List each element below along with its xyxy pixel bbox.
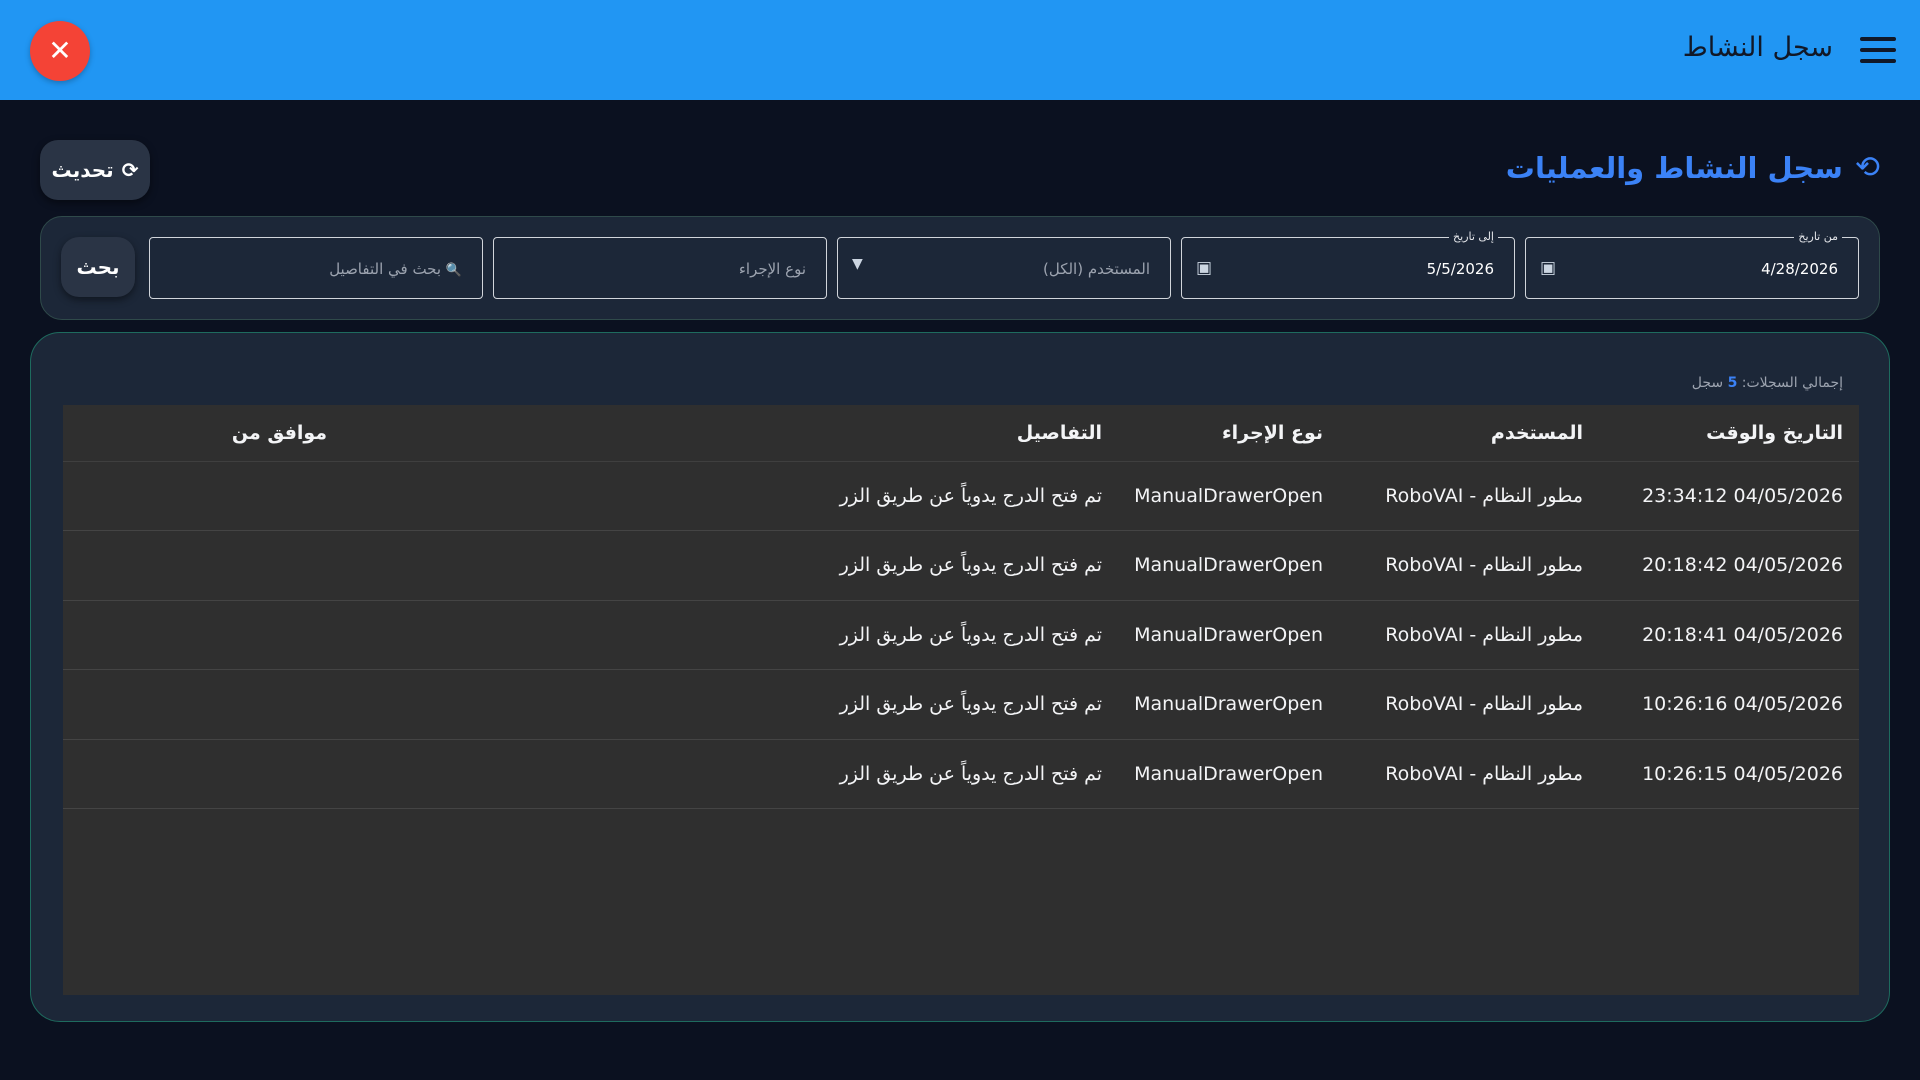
cell-action: ManualDrawerOpen (1118, 739, 1339, 809)
from-date-field[interactable]: من تاريخ 4/28/2026 ▣ (1525, 230, 1859, 299)
cell-user: مطور النظام - RoboVAI (1339, 530, 1599, 601)
column-header-datetime[interactable]: التاريخ والوقت (1599, 405, 1859, 462)
close-button[interactable]: ✕ (30, 21, 90, 81)
results-panel: إجمالي السجلات: 5 سجل التاريخ والوقت الم… (30, 332, 1890, 1022)
column-header-details[interactable]: التفاصيل (343, 405, 1119, 462)
to-date-field[interactable]: إلى تاريخ 5/5/2026 ▣ (1181, 230, 1515, 299)
cell-datetime: 04/05/2026 20:18:42 (1599, 530, 1859, 601)
calendar-icon[interactable]: ▣ (1540, 258, 1556, 278)
column-header-approved-by[interactable]: موافق من (63, 405, 344, 462)
refresh-button[interactable]: ⟳ تحديث (40, 140, 150, 200)
cell-approved-by (63, 461, 344, 531)
chevron-down-icon: ▼ (852, 256, 863, 272)
cell-action: ManualDrawerOpen (1118, 461, 1339, 531)
cell-action: ManualDrawerOpen (1118, 669, 1339, 740)
cell-user: مطور النظام - RoboVAI (1339, 669, 1599, 740)
cell-datetime: 04/05/2026 20:18:41 (1599, 600, 1859, 670)
cell-datetime: 04/05/2026 23:34:12 (1599, 461, 1859, 531)
page-title: ⟲ سجل النشاط والعمليات (1506, 150, 1880, 185)
page-title-text: سجل النشاط والعمليات (1505, 150, 1843, 185)
filter-bar: من تاريخ 4/28/2026 ▣ إلى تاريخ 5/5/2026 … (40, 216, 1880, 320)
total-records-count: 5 (1727, 375, 1738, 391)
from-date-label: من تاريخ (1794, 230, 1842, 243)
table-row[interactable]: 04/05/2026 23:34:12 مطور النظام - RoboVA… (63, 461, 1859, 531)
refresh-label: تحديث (51, 158, 114, 182)
to-date-label: إلى تاريخ (1449, 230, 1498, 243)
app-bar: ✕ سجل النشاط (0, 0, 1920, 100)
app-bar-title: سجل النشاط (1682, 32, 1833, 63)
from-date-value: 4/28/2026 (1761, 260, 1838, 278)
column-header-action[interactable]: نوع الإجراء (1118, 405, 1339, 462)
cell-action: ManualDrawerOpen (1118, 530, 1339, 601)
cell-details: تم فتح الدرج يدوياً عن طريق الزر (343, 530, 1119, 601)
action-type-input[interactable]: نوع الإجراء (493, 237, 827, 299)
cell-user: مطور النظام - RoboVAI (1339, 739, 1599, 809)
cell-datetime: 04/05/2026 10:26:16 (1599, 669, 1859, 740)
close-icon: ✕ (48, 34, 72, 67)
user-select-placeholder: المستخدم (الكل) (1042, 260, 1150, 278)
cell-user: مطور النظام - RoboVAI (1339, 600, 1599, 670)
cell-details: تم فتح الدرج يدوياً عن طريق الزر (343, 669, 1119, 740)
cell-approved-by (63, 530, 344, 601)
search-button[interactable]: بحث (61, 237, 135, 297)
cell-details: تم فتح الدرج يدوياً عن طريق الزر (343, 600, 1119, 670)
cell-approved-by (63, 600, 344, 670)
to-date-value: 5/5/2026 (1426, 260, 1494, 278)
table-row[interactable]: 04/05/2026 10:26:15 مطور النظام - RoboVA… (63, 739, 1859, 809)
details-search-input[interactable]: 🔍 بحث في التفاصيل (149, 237, 483, 299)
user-select[interactable]: المستخدم (الكل) ▼ (837, 237, 1171, 299)
cell-details: تم فتح الدرج يدوياً عن طريق الزر (343, 461, 1119, 531)
cell-action: ManualDrawerOpen (1118, 600, 1339, 670)
total-records: إجمالي السجلات: 5 سجل (1691, 375, 1843, 391)
search-icon: 🔍 (445, 263, 462, 278)
details-search-placeholder: 🔍 بحث في التفاصيل (329, 260, 462, 278)
cell-approved-by (63, 669, 344, 740)
table-row[interactable]: 04/05/2026 10:26:16 مطور النظام - RoboVA… (63, 669, 1859, 740)
table-row[interactable]: 04/05/2026 20:18:42 مطور النظام - RoboVA… (63, 530, 1859, 601)
activity-table: التاريخ والوقت المستخدم نوع الإجراء التف… (63, 405, 1859, 995)
table-row[interactable]: 04/05/2026 20:18:41 مطور النظام - RoboVA… (63, 600, 1859, 670)
cell-datetime: 04/05/2026 10:26:15 (1599, 739, 1859, 809)
hamburger-menu-icon[interactable] (1860, 37, 1896, 63)
cell-approved-by (63, 739, 344, 809)
calendar-icon[interactable]: ▣ (1196, 258, 1212, 278)
cell-user: مطور النظام - RoboVAI (1339, 461, 1599, 531)
history-icon: ⟲ (1854, 150, 1880, 185)
cell-details: تم فتح الدرج يدوياً عن طريق الزر (343, 739, 1119, 809)
action-type-placeholder: نوع الإجراء (738, 260, 806, 278)
refresh-icon: ⟳ (121, 158, 139, 182)
table-header-row: التاريخ والوقت المستخدم نوع الإجراء التف… (63, 405, 1859, 462)
column-header-user[interactable]: المستخدم (1339, 405, 1599, 462)
